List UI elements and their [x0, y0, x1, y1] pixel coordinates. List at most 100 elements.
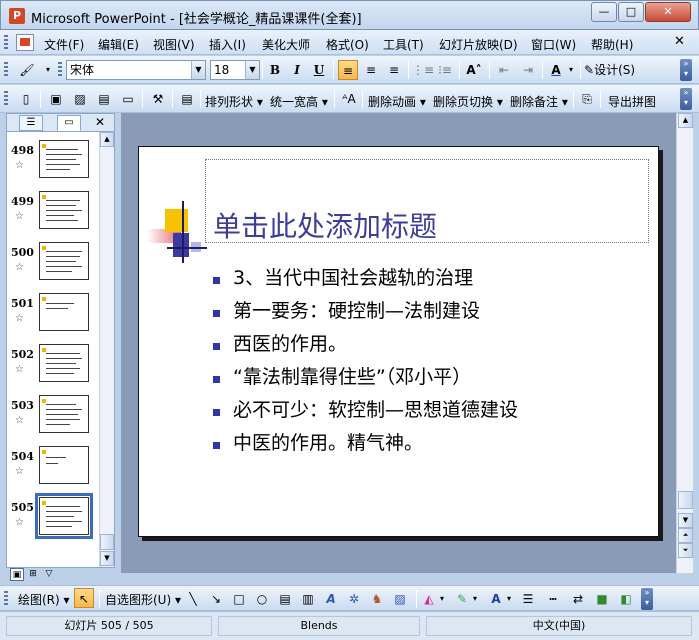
align-left-icon[interactable]: ≡ — [338, 60, 358, 80]
scrollbar-thumb[interactable] — [678, 491, 693, 509]
line-color-icon[interactable]: ✎ — [454, 591, 470, 607]
unify-size-menu[interactable]: 统一宽高 ▾ — [270, 93, 328, 110]
next-slide-icon[interactable]: ⏷ — [678, 543, 693, 558]
bullet-item[interactable]: 必不可少：软控制—思想道德建设 — [211, 397, 651, 430]
diagram-icon[interactable]: ✲ — [346, 591, 362, 607]
wordart-icon[interactable]: A — [323, 591, 339, 607]
slide-thumbnail-row[interactable]: 503 ☆ — [7, 393, 99, 439]
bullet-item[interactable]: 西医的作用。 — [211, 331, 651, 364]
menu-format[interactable]: 格式(O) — [326, 36, 369, 53]
bullet-list[interactable]: 3、当代中国社会越轨的治理 第一要务：硬控制—法制建设 西医的作用。 “靠法制靠… — [211, 265, 651, 463]
new-slide-icon[interactable]: ▯ — [16, 89, 36, 109]
export-icon[interactable]: ⎘ — [578, 89, 596, 109]
bold-button[interactable]: B — [266, 60, 284, 80]
slide-thumbnail[interactable] — [39, 140, 89, 178]
slide-sorter-view-icon[interactable]: ⊞ — [26, 568, 40, 581]
menu-window[interactable]: 窗口(W) — [531, 36, 576, 53]
slide-thumbnail-row[interactable]: 500 ☆ — [7, 240, 99, 286]
autoshapes-menu[interactable]: 自选图形(U) ▾ — [105, 591, 181, 608]
close-icon[interactable]: ✕ — [95, 115, 105, 129]
increase-font-icon[interactable]: A˄ — [463, 60, 485, 80]
font-color-icon[interactable]: A — [546, 60, 566, 80]
select-pointer-icon[interactable]: ↖ — [74, 588, 94, 608]
slide-thumbnail-row[interactable]: 504 ☆ — [7, 444, 99, 490]
chevron-down-icon[interactable]: ▾ — [566, 60, 576, 80]
export-image-button[interactable]: 导出拼图 — [608, 93, 656, 110]
slideshow-view-icon[interactable]: ▽ — [42, 568, 56, 581]
font-size-select[interactable]: 18 ▼ — [210, 60, 260, 80]
slide-canvas[interactable]: 单击此处添加标题 3、当代中国社会越轨的治理 第一要务：硬控制—法制建设 西医的… — [138, 146, 659, 537]
chevron-down-icon[interactable]: ▾ — [437, 591, 447, 607]
increase-indent-icon[interactable]: ⇥ — [517, 60, 539, 80]
template-icon[interactable]: ▤ — [94, 89, 114, 109]
scrollbar-thumb[interactable] — [100, 534, 114, 550]
slide-scrollbar[interactable]: ▲ ▼ ⏶ ⏷ — [676, 113, 693, 573]
font-color-icon[interactable]: A — [488, 591, 504, 607]
font-name-select[interactable]: 宋体 ▼ — [66, 60, 206, 80]
menu-slideshow[interactable]: 幻灯片放映(D) — [439, 36, 518, 53]
numbered-list-icon[interactable]: ⋮≡ — [412, 60, 434, 80]
rectangle-tool-icon[interactable]: □ — [231, 591, 247, 607]
italic-button[interactable]: I — [288, 60, 306, 80]
page-icon[interactable]: ▤ — [177, 89, 197, 109]
slide-thumbnail[interactable] — [39, 395, 89, 433]
toolbar-overflow-icon[interactable]: » ▾ — [680, 88, 692, 110]
design-button[interactable]: ✎设计(S) — [584, 60, 648, 80]
menu-view[interactable]: 视图(V) — [153, 36, 195, 53]
menu-insert[interactable]: 插入(I) — [209, 36, 246, 53]
minimize-button[interactable]: — — [591, 2, 617, 22]
draw-menu[interactable]: 绘图(R) ▾ — [18, 591, 70, 608]
bullet-item[interactable]: 第一要务：硬控制—法制建设 — [211, 298, 651, 331]
oval-tool-icon[interactable]: ○ — [254, 591, 270, 607]
bulleted-list-icon[interactable]: ⁝≡ — [435, 60, 455, 80]
align-center-icon[interactable]: ≡ — [361, 60, 381, 80]
chevron-down-icon[interactable]: ▼ — [245, 61, 259, 79]
toolbar-overflow-icon[interactable]: » ▾ — [680, 59, 692, 81]
insert-picture-icon[interactable]: ▨ — [392, 591, 408, 607]
underline-button[interactable]: U — [310, 60, 328, 80]
scroll-up-icon[interactable]: ▲ — [100, 132, 114, 147]
bullet-item[interactable]: 中医的作用。精气神。 — [211, 430, 651, 463]
dash-style-icon[interactable]: ┅ — [545, 591, 561, 607]
toolbar-grip-icon[interactable] — [4, 62, 8, 77]
align-right-icon[interactable]: ≡ — [384, 60, 404, 80]
toolbar-overflow-icon[interactable]: » ▾ — [641, 588, 653, 610]
arrow-tool-icon[interactable]: ↘ — [208, 591, 224, 607]
bullet-item[interactable]: “靠法制靠得住些”（邓小平） — [211, 364, 651, 397]
slides-tab-icon[interactable]: ▭ — [57, 115, 81, 131]
toolbar-grip-icon[interactable] — [4, 35, 8, 50]
magic-wand-icon[interactable]: ⚒ — [148, 89, 168, 109]
shadow-style-icon[interactable]: ■ — [594, 591, 610, 607]
decrease-indent-icon[interactable]: ⇤ — [493, 60, 515, 80]
slide-thumbnail[interactable] — [39, 242, 89, 280]
scroll-down-icon[interactable]: ▼ — [100, 551, 114, 566]
document-close-icon[interactable]: ✕ — [674, 34, 685, 49]
fill-color-icon[interactable]: ◭ — [421, 591, 437, 607]
previous-slide-icon[interactable]: ⏶ — [678, 528, 693, 543]
slide-thumbnail[interactable] — [39, 344, 89, 382]
bullet-item[interactable]: 3、当代中国社会越轨的治理 — [211, 265, 651, 298]
chevron-down-icon[interactable]: ▾ — [504, 591, 514, 607]
slide-thumbnail[interactable] — [39, 293, 89, 331]
menu-tools[interactable]: 工具(T) — [383, 36, 424, 53]
slide-thumbnail-selected[interactable] — [35, 493, 93, 539]
outline-tab-icon[interactable]: ☰ — [19, 115, 43, 131]
toolbar-grip-icon[interactable] — [4, 591, 8, 606]
vertical-textbox-icon[interactable]: ▥ — [300, 591, 316, 607]
arrow-style-icon[interactable]: ⇄ — [570, 591, 586, 607]
arrange-shapes-menu[interactable]: 排列形状 ▾ — [205, 93, 263, 110]
maximize-button[interactable]: □ — [618, 2, 644, 22]
slide-thumbnail[interactable] — [39, 446, 89, 484]
delete-notes-menu[interactable]: 删除备注 ▾ — [510, 93, 568, 110]
slide-layout-icon[interactable]: ▣ — [46, 89, 66, 109]
textbox-tool-icon[interactable]: ▤ — [277, 591, 293, 607]
slide-thumbnail-row[interactable]: 499 ☆ — [7, 189, 99, 235]
slide-thumbnail-row[interactable]: 502 ☆ — [7, 342, 99, 388]
menu-file[interactable]: 文件(F) — [44, 36, 84, 53]
slide-thumbnail-row[interactable]: 498 ☆ — [7, 138, 99, 184]
toolbar-grip-icon[interactable] — [58, 62, 62, 77]
slides-scrollbar[interactable]: ▲ ▼ — [99, 132, 114, 567]
3d-style-icon[interactable]: ◧ — [618, 591, 634, 607]
format-painter-icon[interactable]: 🖌 — [16, 60, 38, 80]
picture-icon[interactable]: ▨ — [70, 89, 90, 109]
